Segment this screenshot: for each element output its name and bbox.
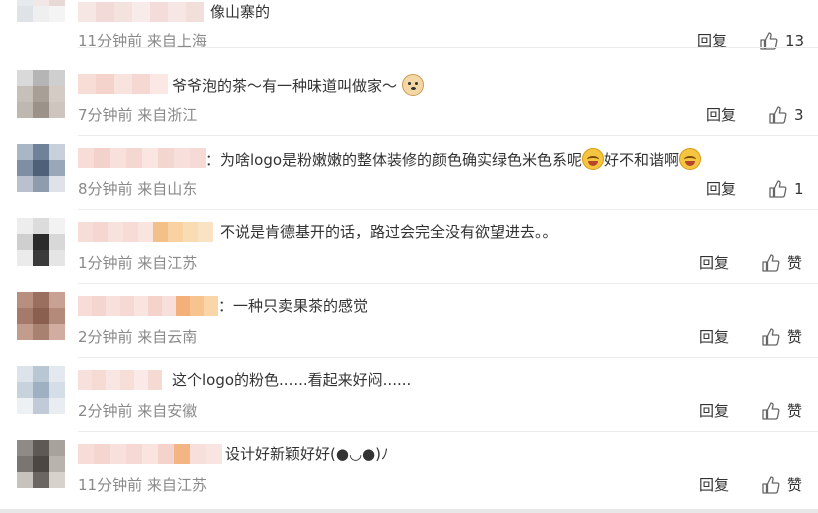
comment-item: 设计好新颖好好(●◡●)ﾉ 11分钟前 来自江苏 回复 赞: [0, 432, 818, 506]
username-blurred[interactable]: [78, 370, 162, 390]
like-count: 13: [785, 32, 805, 50]
comment-meta: 11分钟前 来自上海: [78, 32, 207, 50]
dog-emoji-icon: [401, 74, 424, 96]
username-blurred[interactable]: [78, 2, 204, 22]
comment-item: 这个logo的粉色......看起来好闷...... 2分钟前 来自安徽 回复 …: [0, 358, 818, 432]
like-count: 1: [794, 180, 804, 198]
like-button[interactable]: 3: [768, 105, 804, 125]
reply-button[interactable]: 回复: [706, 105, 736, 125]
thumbs-up-icon: [762, 476, 780, 494]
reply-button[interactable]: 回复: [699, 327, 729, 347]
like-button[interactable]: 赞: [761, 253, 802, 273]
comment-item: 不说是肯德基开的话，路过会完全没有欲望进去。。 1分钟前 来自江苏 回复 赞: [0, 210, 818, 284]
divider: [78, 47, 818, 48]
comment-text: ：一种只卖果茶的感觉: [218, 297, 369, 315]
like-button[interactable]: 13: [759, 31, 804, 51]
thumbs-up-icon: [769, 106, 787, 124]
thumbs-up-icon: [762, 328, 780, 346]
thumbs-up-icon: [762, 402, 780, 420]
comment-item: 爷爷泡的茶～有一种味道叫做家～ 7分钟前 来自浙江 回复 3: [0, 62, 818, 136]
comment-text: 爷爷泡的茶～有一种味道叫做家～: [172, 74, 424, 96]
thumbs-up-icon: [769, 180, 787, 198]
avatar[interactable]: [17, 366, 65, 414]
comment-text: 不说是肯德基开的话，路过会完全没有欲望进去。。: [220, 223, 558, 241]
reply-button[interactable]: 回复: [699, 401, 729, 421]
comment-item: ：为啥logo是粉嫩嫩的整体装修的颜色确实绿色米色系呢 好不和谐啊 8分钟前 来自…: [0, 136, 818, 210]
username-blurred[interactable]: [78, 296, 218, 316]
laughing-emoji-icon: [582, 148, 605, 170]
like-count: 赞: [787, 402, 803, 420]
like-count: 赞: [787, 476, 803, 494]
like-button[interactable]: 赞: [761, 475, 802, 495]
comment-meta: 8分钟前 来自山东: [78, 180, 198, 198]
comment-text: ：为啥logo是粉嫩嫩的整体装修的颜色确实绿色米色系呢 好不和谐啊: [205, 148, 702, 170]
avatar[interactable]: [17, 0, 65, 22]
username-blurred[interactable]: [78, 74, 168, 94]
thumbs-up-icon: [762, 254, 780, 272]
reply-button[interactable]: 回复: [697, 31, 727, 51]
like-button[interactable]: 赞: [761, 327, 802, 347]
like-button[interactable]: 赞: [761, 401, 802, 421]
like-button[interactable]: 1: [768, 179, 804, 199]
comment-meta: 11分钟前 来自江苏: [78, 476, 207, 494]
avatar[interactable]: [17, 70, 65, 118]
laughing-emoji-icon: [679, 148, 702, 170]
avatar[interactable]: [17, 144, 65, 192]
like-count: 赞: [787, 254, 803, 272]
like-count: 赞: [787, 328, 803, 346]
reply-button[interactable]: 回复: [706, 179, 736, 199]
comment-item: ：一种只卖果茶的感觉 2分钟前 来自云南 回复 赞: [0, 284, 818, 358]
reply-button[interactable]: 回复: [699, 475, 729, 495]
avatar[interactable]: [17, 292, 65, 340]
bottom-edge: [0, 509, 818, 513]
comment-text: 设计好新颖好好(●◡●)ﾉ: [225, 445, 389, 463]
username-blurred[interactable]: [78, 444, 222, 464]
comment-meta: 1分钟前 来自江苏: [78, 254, 198, 272]
avatar[interactable]: [17, 218, 65, 266]
avatar[interactable]: [17, 440, 65, 488]
reply-button[interactable]: 回复: [699, 253, 729, 273]
username-blurred[interactable]: [78, 222, 213, 242]
comment-item: 像山寨的 11分钟前 来自上海 回复 13: [0, 0, 818, 51]
comment-meta: 2分钟前 来自安徽: [78, 402, 198, 420]
username-blurred[interactable]: [78, 148, 206, 168]
comment-meta: 7分钟前 来自浙江: [78, 106, 198, 124]
comment-text: 像山寨的: [210, 3, 271, 21]
thumbs-up-icon: [760, 32, 778, 50]
like-count: 3: [794, 106, 804, 124]
comment-meta: 2分钟前 来自云南: [78, 328, 198, 346]
comment-text: 这个logo的粉色......看起来好闷......: [172, 371, 412, 389]
